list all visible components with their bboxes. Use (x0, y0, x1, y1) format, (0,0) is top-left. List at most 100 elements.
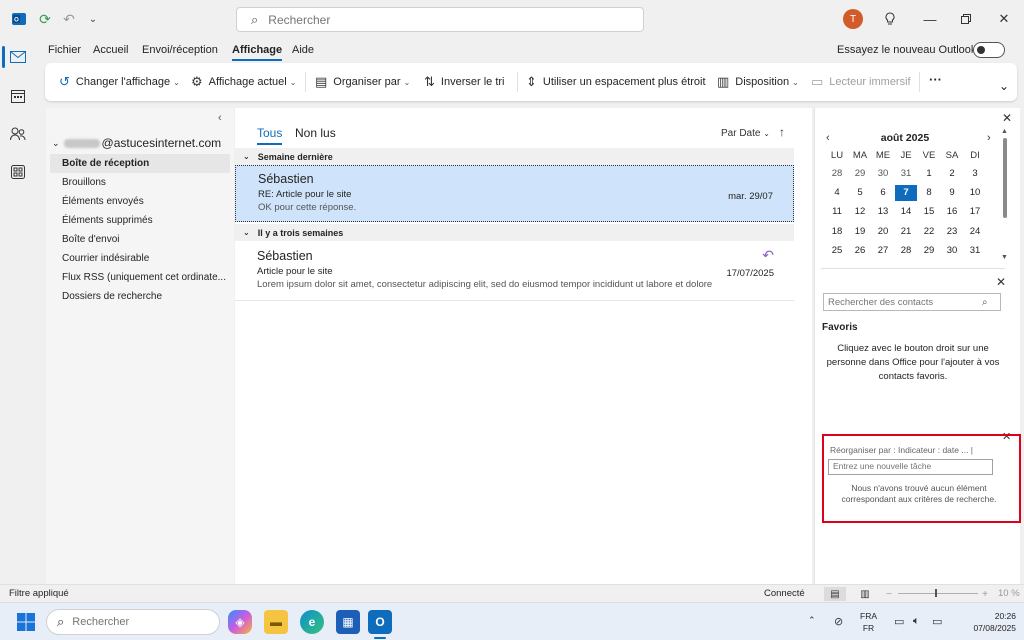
calendar-day[interactable]: 17 (964, 204, 986, 220)
calendar-day[interactable]: 9 (941, 185, 963, 201)
calendar-day[interactable]: 5 (849, 185, 871, 201)
minimize-icon[interactable]: — (920, 9, 940, 29)
apps-icon[interactable] (8, 162, 28, 182)
calendar-day[interactable]: 8 (918, 185, 940, 201)
quick-access-dropdown-icon[interactable]: ⌄ (84, 10, 102, 28)
contacts-search-box[interactable]: ⌕ (823, 293, 1001, 311)
calendar-day[interactable]: 25 (826, 243, 848, 259)
tab-aide[interactable]: Aide (292, 44, 314, 56)
calendar-scrollbar[interactable] (1003, 138, 1007, 218)
taskbar-search-box[interactable]: ⌕ (46, 609, 220, 635)
calendar-day[interactable]: 30 (872, 166, 894, 182)
edge-browser-icon[interactable]: e (300, 610, 324, 634)
calendar-day[interactable]: 28 (826, 166, 848, 182)
display-icon[interactable]: ▭ (894, 615, 904, 628)
compact-spacing-button[interactable]: ⇕ Utiliser un espacement plus étroit (526, 74, 706, 90)
calendar-day[interactable]: 26 (849, 243, 871, 259)
calendar-day[interactable]: 29 (918, 243, 940, 259)
calendar-day[interactable]: 4 (826, 185, 848, 201)
calendar-next-icon[interactable]: › (987, 132, 991, 144)
calendar-day[interactable]: 2 (941, 166, 963, 182)
lightbulb-icon[interactable] (880, 9, 900, 29)
layout-button[interactable]: ▥ Disposition ⌄ (717, 74, 799, 90)
calendar-day[interactable]: 22 (918, 224, 940, 240)
windows-start-icon[interactable] (14, 610, 38, 634)
sort-direction-icon[interactable]: ↑ (779, 125, 785, 139)
sort-by-dropdown[interactable]: Par Date ⌄ (721, 128, 770, 139)
change-view-button[interactable]: ↺ Changer l'affichage ⌄ (59, 74, 180, 90)
calendar-day[interactable]: 11 (826, 204, 848, 220)
taskbar-clock[interactable]: 20:26 07/08/2025 (960, 610, 1016, 634)
network-status-icon[interactable]: ⊘ (834, 615, 843, 628)
filter-tab-all[interactable]: Tous (257, 126, 283, 145)
mail-icon[interactable] (8, 47, 28, 67)
outlook-taskbar-icon[interactable]: O (368, 610, 392, 634)
tab-envoi-reception[interactable]: Envoi/réception (142, 44, 218, 56)
close-icon[interactable]: ✕ (994, 9, 1014, 29)
folder-inbox[interactable]: Boîte de réception (50, 154, 230, 173)
new-task-input[interactable] (833, 461, 988, 471)
more-options-button[interactable]: ··· (929, 72, 942, 87)
language-indicator[interactable]: FRA FR (860, 610, 877, 634)
calendar-day[interactable]: 3 (964, 166, 986, 182)
calendar-day[interactable]: 16 (941, 204, 963, 220)
group-header[interactable]: ⌄ Semaine dernière (235, 148, 794, 165)
zoom-slider[interactable] (898, 593, 978, 594)
zoom-slider-thumb[interactable] (935, 589, 937, 597)
immersive-reader-button[interactable]: ▭ Lecteur immersif (811, 74, 911, 90)
calendar-day[interactable]: 18 (826, 224, 848, 240)
group-header[interactable]: ⌄ Il y a trois semaines (235, 224, 794, 241)
folder-outbox[interactable]: Boîte d'envoi (50, 230, 230, 249)
calendar-day[interactable]: 28 (895, 243, 917, 259)
folder-search-folders[interactable]: Dossiers de recherche (50, 287, 230, 306)
calendar-day[interactable]: 13 (872, 204, 894, 220)
calendar-day[interactable]: 14 (895, 204, 917, 220)
filter-tab-unread[interactable]: Non lus (295, 126, 336, 140)
search-input[interactable] (268, 12, 629, 27)
tasks-arrange-by[interactable]: Réorganiser par : Indicateur : date ... … (830, 445, 973, 455)
calendar-day[interactable]: 1 (918, 166, 940, 182)
scroll-up-icon[interactable]: ▲ (1001, 128, 1008, 135)
close-contacts-icon[interactable]: ✕ (996, 275, 1006, 289)
folder-sent[interactable]: Éléments envoyés (50, 192, 230, 211)
calendar-day[interactable]: 10 (964, 185, 986, 201)
copilot-icon[interactable]: ◈ (228, 610, 252, 634)
tab-affichage[interactable]: Affichage (232, 44, 283, 61)
calendar-day[interactable]: 24 (964, 224, 986, 240)
calendar-day[interactable]: 15 (918, 204, 940, 220)
folder-deleted[interactable]: Éléments supprimés (50, 211, 230, 230)
restore-icon[interactable] (956, 9, 976, 29)
calendar-day[interactable]: 21 (895, 224, 917, 240)
tab-accueil[interactable]: Accueil (93, 44, 128, 56)
folder-drafts[interactable]: Brouillons (50, 173, 230, 192)
calendar-day[interactable]: 31 (964, 243, 986, 259)
undo-icon[interactable]: ↶ (60, 10, 78, 28)
close-calendar-icon[interactable]: ✕ (1002, 111, 1012, 125)
zoom-level[interactable]: 10 % (998, 588, 1020, 599)
collapse-pane-icon[interactable]: ‹ (218, 112, 222, 124)
avatar[interactable]: T (843, 9, 863, 29)
store-icon[interactable]: ▦ (336, 610, 360, 634)
sync-icon[interactable]: ⟳ (36, 10, 54, 28)
organize-by-button[interactable]: ▤ Organiser par ⌄ (315, 74, 410, 90)
zoom-out-icon[interactable]: − (878, 587, 900, 601)
zoom-in-icon[interactable]: + (974, 587, 996, 601)
calendar-day[interactable]: 19 (849, 224, 871, 240)
taskbar-search-input[interactable] (72, 616, 193, 628)
calendar-icon[interactable] (8, 86, 28, 106)
reverse-sort-button[interactable]: ⇅ Inverser le tri (424, 74, 504, 90)
search-box[interactable]: ⌕ (236, 7, 644, 32)
people-icon[interactable] (8, 124, 28, 144)
scroll-down-icon[interactable]: ▼ (1001, 254, 1008, 261)
message-item[interactable]: Sébastien RE: Article pour le site OK po… (235, 165, 794, 222)
reading-view-icon[interactable]: ▥ (854, 587, 876, 601)
calendar-day-today[interactable]: 7 (895, 185, 917, 201)
expand-ribbon-icon[interactable]: ⌄ (999, 79, 1009, 93)
message-item[interactable]: Sébastien Article pour le site Lorem ips… (235, 243, 794, 300)
calendar-day[interactable]: 6 (872, 185, 894, 201)
calendar-day[interactable]: 20 (872, 224, 894, 240)
calendar-day[interactable]: 12 (849, 204, 871, 220)
tab-fichier[interactable]: Fichier (48, 44, 81, 56)
battery-icon[interactable]: ▭ (932, 615, 942, 628)
calendar-day[interactable]: 23 (941, 224, 963, 240)
